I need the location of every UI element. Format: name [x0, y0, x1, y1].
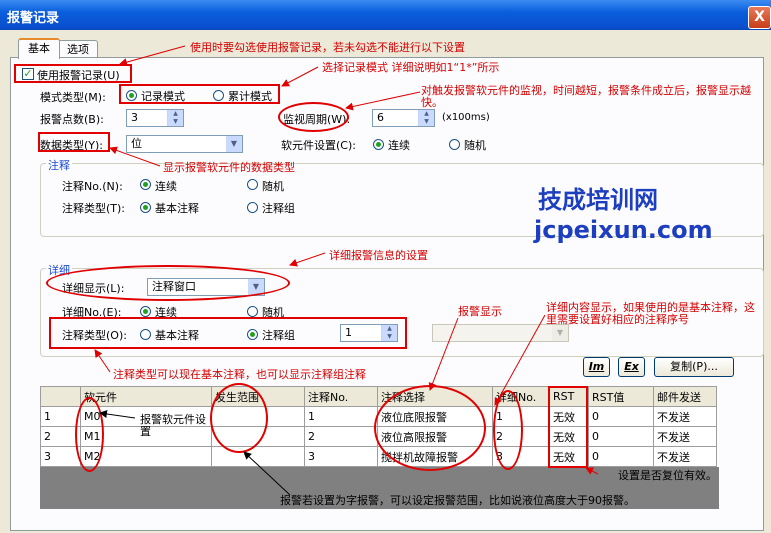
annotation-text: 详细报警信息的设置 — [329, 249, 428, 262]
annotation-text: 对触发报警软元件的监视，时间越短，报警条件成立后，报警显示越快。 — [421, 84, 751, 109]
annotation-text: 使用时要勾选使用报警记录，若未勾选不能进行以下设置 — [190, 41, 465, 54]
annotation-text-range: 报警若设置为字报警，可以设定报警范围，比如说液位高度大于90报警。 — [280, 494, 635, 507]
annotation-text-rst: 设置是否复位有效。 — [618, 469, 717, 482]
annotation-text: 显示报警软元件的数据类型 — [163, 161, 295, 174]
annotation-text: 报警显示 — [458, 305, 502, 318]
annotation-text: 详细内容显示，如果使用的是基本注释，这里需要设置好相应的注释序号 — [546, 301, 755, 326]
annotation-text-device: 报警软元件设置 — [140, 413, 206, 438]
tab-basic[interactable]: 基本 — [18, 38, 60, 59]
annotation-arrows — [94, 45, 599, 496]
annotation-text: 选择记录模式 详细说明如1“1*”所示 — [322, 61, 500, 74]
annotation-text: 注释类型可以现在基本注释，也可以显示注释组注释 — [113, 368, 366, 381]
